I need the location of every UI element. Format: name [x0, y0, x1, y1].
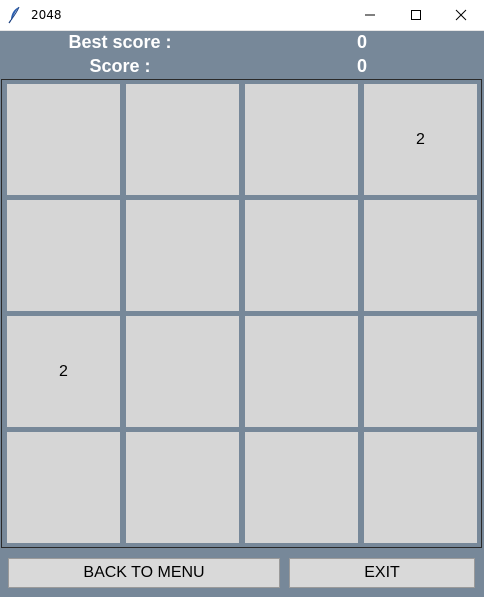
game-window: 2048 Best score : 0 Score : 0 2 2 BACK T… — [0, 0, 484, 597]
score-row: Score : 0 — [0, 54, 484, 78]
best-score-value: 0 — [356, 32, 367, 52]
window-title: 2048 — [31, 8, 62, 22]
tile — [7, 84, 120, 195]
close-button[interactable] — [438, 0, 484, 30]
score-label: Score : — [89, 56, 151, 76]
tile — [126, 200, 239, 311]
close-icon — [455, 9, 467, 21]
tile — [245, 200, 358, 311]
tile — [245, 84, 358, 195]
best-score-label: Best score : — [68, 32, 172, 52]
tile: 2 — [364, 84, 477, 195]
exit-button[interactable]: EXIT — [289, 558, 475, 588]
tile — [126, 84, 239, 195]
tile — [245, 432, 358, 543]
tile — [364, 316, 477, 427]
maximize-icon — [411, 10, 421, 20]
back-to-menu-button[interactable]: BACK TO MENU — [8, 558, 280, 588]
tile: 2 — [7, 316, 120, 427]
score-value: 0 — [356, 56, 367, 76]
maximize-button[interactable] — [393, 0, 439, 30]
tile — [364, 200, 477, 311]
title-bar: 2048 — [0, 0, 484, 31]
tile — [7, 432, 120, 543]
best-score-row: Best score : 0 — [0, 30, 484, 54]
feather-icon — [8, 6, 24, 24]
tile — [126, 316, 239, 427]
tile — [126, 432, 239, 543]
tile — [245, 316, 358, 427]
game-board: 2 2 — [1, 79, 482, 548]
minimize-icon — [365, 14, 375, 16]
minimize-button[interactable] — [347, 0, 393, 30]
tile — [364, 432, 477, 543]
tile — [7, 200, 120, 311]
